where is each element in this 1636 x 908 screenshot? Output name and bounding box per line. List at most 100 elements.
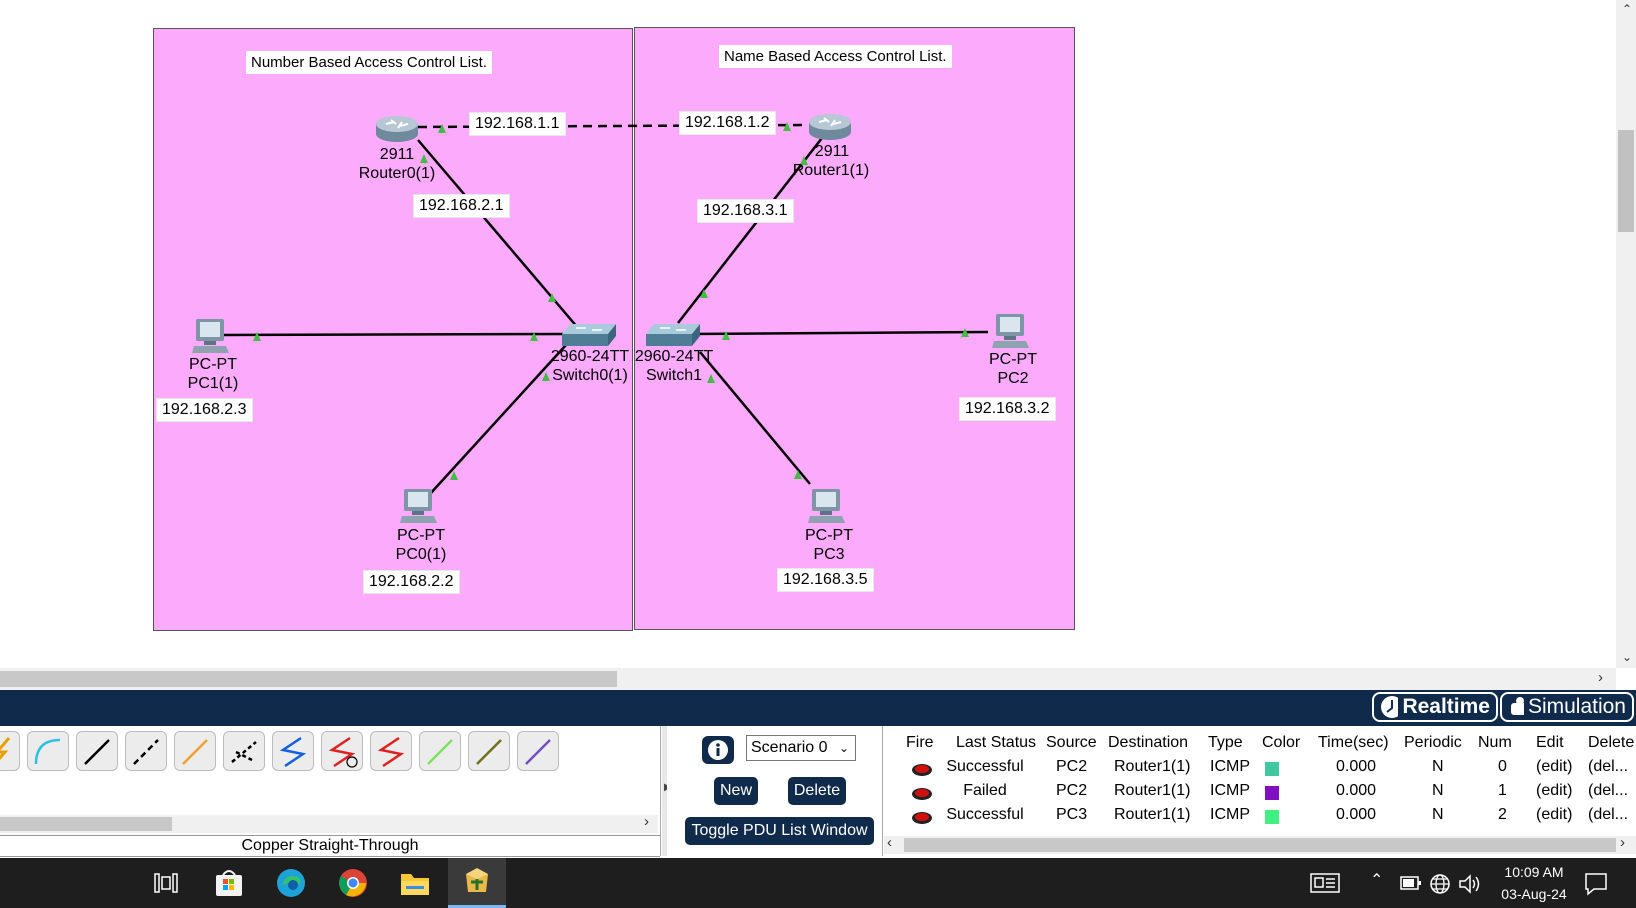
pdu-header-last-status[interactable]: Last Status xyxy=(956,734,1036,752)
automatic-connection-tool[interactable] xyxy=(0,731,20,771)
scroll-left-icon[interactable]: ‹ xyxy=(887,834,892,851)
router-icon[interactable] xyxy=(807,110,853,142)
pc-icon[interactable] xyxy=(992,313,1030,349)
fire-button-icon[interactable] xyxy=(910,762,934,778)
console-cable-tool[interactable] xyxy=(27,731,69,771)
scroll-right-icon[interactable]: › xyxy=(644,813,649,830)
pdu-edit-link[interactable]: (edit) xyxy=(1536,806,1572,824)
scroll-right-icon[interactable]: › xyxy=(1598,669,1603,686)
iot-custom-cable-tool[interactable] xyxy=(468,731,510,771)
router1-model: 2911 xyxy=(814,143,850,160)
simulation-button[interactable]: Simulation xyxy=(1500,692,1634,722)
scroll-down-icon[interactable]: ⌄ xyxy=(1622,650,1632,664)
realtime-label: Realtime xyxy=(1402,695,1490,718)
tools-scroll-thumb[interactable] xyxy=(0,817,172,831)
new-pdu-button[interactable]: New xyxy=(714,777,758,805)
scenario-value: Scenario 0 xyxy=(751,739,828,756)
toggle-pdu-list-button[interactable]: Toggle PDU List Window xyxy=(685,817,874,845)
router-icon[interactable] xyxy=(374,112,420,144)
vertical-scrollbar[interactable] xyxy=(1616,0,1636,668)
pdu-header-num[interactable]: Num xyxy=(1478,734,1512,752)
note-number-acl[interactable]: Number Based Access Control List. xyxy=(246,51,492,74)
pdu-header-time-sec[interactable]: Time(sec) xyxy=(1318,734,1389,752)
pdu-header-delete[interactable]: Delete xyxy=(1588,734,1634,752)
usb-cable-tool[interactable] xyxy=(517,731,559,771)
pdu-header-edit[interactable]: Edit xyxy=(1536,734,1564,752)
task-view-icon[interactable] xyxy=(154,872,178,894)
pdu-num: 2 xyxy=(1498,806,1507,823)
network-globe-icon[interactable] xyxy=(1429,873,1451,895)
link-ip-label[interactable]: 192.168.1.1 xyxy=(469,112,566,136)
pc0-ip-label[interactable]: 192.168.2.2 xyxy=(363,570,460,594)
link-ip-label[interactable]: 192.168.2.1 xyxy=(413,194,510,218)
pdu-header-source[interactable]: Source xyxy=(1046,734,1097,752)
news-widget-icon[interactable] xyxy=(1310,873,1340,893)
switch1-model: 2960-24TT xyxy=(634,348,714,365)
delete-pdu-button[interactable]: Delete xyxy=(788,777,846,805)
taskbar xyxy=(0,858,1636,908)
note-name-acl[interactable]: Name Based Access Control List. xyxy=(719,45,952,68)
microsoft-store-icon[interactable] xyxy=(214,868,244,898)
copper-straight-through-tool[interactable] xyxy=(76,731,118,771)
scroll-right-icon[interactable]: › xyxy=(1620,834,1625,851)
pdu-header-destination[interactable]: Destination xyxy=(1108,734,1188,752)
pdu-destination: Router1(1) xyxy=(1114,806,1191,823)
pc1-ip-label[interactable]: 192.168.2.3 xyxy=(156,398,253,422)
chevron-up-icon[interactable]: ⌃ xyxy=(1370,870,1383,890)
octal-cable-tool[interactable] xyxy=(419,731,461,771)
link-ip-label[interactable]: 192.168.1.2 xyxy=(679,111,776,135)
battery-icon[interactable] xyxy=(1400,876,1422,890)
pc3-ip-label[interactable]: 192.168.3.5 xyxy=(777,568,874,592)
pdu-destination: Router1(1) xyxy=(1114,782,1191,799)
pdu-header-color[interactable]: Color xyxy=(1262,734,1300,752)
chevron-down-icon: ⌄ xyxy=(838,741,849,755)
serial-dce-tool[interactable] xyxy=(321,731,363,771)
fiber-tool[interactable] xyxy=(174,731,216,771)
phone-cable-tool[interactable] xyxy=(223,731,265,771)
edge-browser-icon[interactable] xyxy=(276,868,306,898)
link-ip-label[interactable]: 192.168.3.1 xyxy=(697,199,794,223)
usb-cable-icon xyxy=(525,739,551,765)
speaker-icon[interactable] xyxy=(1458,874,1482,894)
file-explorer-icon[interactable] xyxy=(400,870,430,896)
fire-button-icon[interactable] xyxy=(910,786,934,802)
serial-dte-tool[interactable] xyxy=(370,731,412,771)
switch-icon[interactable] xyxy=(562,322,616,348)
pc-icon[interactable] xyxy=(192,318,230,354)
logical-workspace[interactable]: Number Based Access Control List. Name B… xyxy=(0,0,1616,668)
pdu-header-type[interactable]: Type xyxy=(1208,734,1243,752)
switch-icon[interactable] xyxy=(646,322,700,348)
switch0-name: Switch0(1) xyxy=(552,367,628,384)
pdu-type: ICMP xyxy=(1210,806,1250,823)
pdu-header-fire[interactable]: Fire xyxy=(906,734,934,752)
pdu-edit-link[interactable]: (edit) xyxy=(1536,758,1572,776)
pc-icon[interactable] xyxy=(808,488,846,524)
notification-center-icon[interactable] xyxy=(1584,872,1608,896)
pdu-scroll-thumb[interactable] xyxy=(904,838,1616,852)
pdu-delete-link[interactable]: (del... xyxy=(1588,782,1628,800)
pdu-status: Successful xyxy=(946,806,1024,823)
fire-button-icon[interactable] xyxy=(910,810,934,826)
pc3-model: PC-PT xyxy=(805,527,853,544)
pc-icon[interactable] xyxy=(400,488,438,524)
pdu-delete-link[interactable]: (del... xyxy=(1588,806,1628,824)
pdu-source: PC2 xyxy=(1056,782,1088,799)
pc2-ip-label[interactable]: 192.168.3.2 xyxy=(959,397,1056,421)
coaxial-tool[interactable] xyxy=(272,731,314,771)
horizontal-scroll-thumb[interactable] xyxy=(0,671,617,687)
chrome-browser-icon[interactable] xyxy=(338,868,368,898)
scenario-select[interactable]: Scenario 0 ⌄ xyxy=(746,735,856,761)
pdu-edit-link[interactable]: (edit) xyxy=(1536,782,1572,800)
selected-connection-label: Copper Straight-Through xyxy=(0,835,660,857)
vertical-scroll-thumb[interactable] xyxy=(1618,130,1634,232)
scroll-up-icon[interactable]: ⌃ xyxy=(1622,2,1632,16)
pdu-num: 1 xyxy=(1498,782,1507,799)
pdu-delete-link[interactable]: (del... xyxy=(1588,758,1628,776)
realtime-button[interactable]: Realtime xyxy=(1372,692,1498,722)
info-icon[interactable] xyxy=(702,736,734,764)
clock-time[interactable]: 10:09 AM xyxy=(1494,864,1574,880)
copper-cross-over-tool[interactable] xyxy=(125,731,167,771)
clock-date[interactable]: 03-Aug-24 xyxy=(1494,886,1574,902)
pdu-header-periodic[interactable]: Periodic xyxy=(1404,734,1462,752)
pdu-time: 0.000 xyxy=(1336,782,1377,799)
